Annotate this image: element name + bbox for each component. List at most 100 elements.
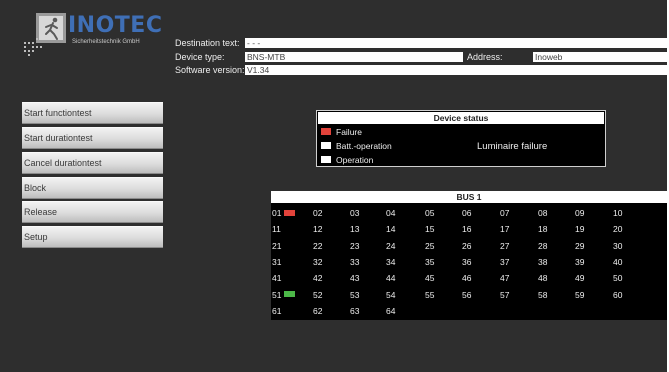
release-button[interactable]: Release: [22, 201, 163, 223]
bus-luminaire-49[interactable]: 49: [575, 272, 615, 284]
failure-swatch-icon: [321, 128, 331, 136]
bus-luminaire-11[interactable]: 11: [272, 223, 312, 235]
bus-luminaire-52[interactable]: 52: [313, 289, 353, 301]
device-status-panel: Device status Failure Batt.-operation Op…: [316, 110, 606, 167]
bus-luminaire-label: 38: [538, 256, 548, 267]
bus-luminaire-label: 10: [613, 208, 623, 218]
bus-luminaire-20[interactable]: 20: [613, 223, 653, 235]
bus-luminaire-label: 47: [500, 273, 510, 284]
bus-luminaire-01[interactable]: 01: [272, 207, 312, 219]
bus-luminaire-label: 30: [613, 240, 623, 251]
bus-luminaire-label: 24: [386, 240, 396, 251]
bus-luminaire-53[interactable]: 53: [350, 289, 390, 301]
bus-luminaire-42[interactable]: 42: [313, 272, 353, 284]
bus-luminaire-label: 49: [575, 273, 585, 284]
bus-luminaire-label: 64: [386, 305, 396, 316]
bus-luminaire-35[interactable]: 35: [425, 256, 465, 268]
bus-luminaire-label: 61: [272, 305, 282, 316]
bus-luminaire-62[interactable]: 62: [313, 305, 353, 317]
bus-panel: BUS 1 01 02 03 04 05 06 07 08 09 10 11 12 13 14 15 16 17…: [271, 191, 667, 320]
bus-luminaire-24[interactable]: 24: [386, 240, 426, 252]
bus-luminaire-label: 22: [313, 240, 323, 251]
bus-luminaire-37[interactable]: 37: [500, 256, 540, 268]
bus-luminaire-56[interactable]: 56: [462, 289, 502, 301]
start-durationtest-button[interactable]: Start durationtest: [22, 127, 163, 149]
bus-luminaire-label: 37: [500, 256, 510, 267]
bus-luminaire-31[interactable]: 31: [272, 256, 312, 268]
bus-luminaire-label: 05: [425, 208, 435, 218]
bus-luminaire-34[interactable]: 34: [386, 256, 426, 268]
bus-luminaire-58[interactable]: 58: [538, 289, 578, 301]
bus-luminaire-label: 09: [575, 208, 585, 218]
bus-luminaire-19[interactable]: 19: [575, 223, 615, 235]
bus-luminaire-61[interactable]: 61: [272, 305, 312, 317]
bus-luminaire-21[interactable]: 21: [272, 240, 312, 252]
bus-luminaire-04[interactable]: 04: [386, 207, 426, 219]
bus-luminaire-06[interactable]: 06: [462, 207, 502, 219]
bus-luminaire-label: 36: [462, 256, 472, 267]
bus-luminaire-07[interactable]: 07: [500, 207, 540, 219]
bus-luminaire-14[interactable]: 14: [386, 223, 426, 235]
bus-luminaire-30[interactable]: 30: [613, 240, 653, 252]
bus-luminaire-59[interactable]: 59: [575, 289, 615, 301]
bus-luminaire-label: 23: [350, 240, 360, 251]
failure-indicator-icon: [284, 209, 296, 216]
bus-luminaire-40[interactable]: 40: [613, 256, 653, 268]
bus-luminaire-48[interactable]: 48: [538, 272, 578, 284]
bus-luminaire-label: 53: [350, 289, 360, 300]
bus-luminaire-36[interactable]: 36: [462, 256, 502, 268]
bus-luminaire-44[interactable]: 44: [386, 272, 426, 284]
bus-luminaire-23[interactable]: 23: [350, 240, 390, 252]
bus-luminaire-10[interactable]: 10: [613, 207, 653, 219]
bus-luminaire-38[interactable]: 38: [538, 256, 578, 268]
bus-luminaire-16[interactable]: 16: [462, 223, 502, 235]
bus-luminaire-26[interactable]: 26: [462, 240, 502, 252]
bus-luminaire-33[interactable]: 33: [350, 256, 390, 268]
bus-luminaire-05[interactable]: 05: [425, 207, 465, 219]
bus-luminaire-63[interactable]: 63: [350, 305, 390, 317]
software-version-label: Software version:: [175, 65, 245, 75]
bus-luminaire-29[interactable]: 29: [575, 240, 615, 252]
bus-luminaire-43[interactable]: 43: [350, 272, 390, 284]
bus-luminaire-08[interactable]: 08: [538, 207, 578, 219]
bus-luminaire-22[interactable]: 22: [313, 240, 353, 252]
cancel-durationtest-button[interactable]: Cancel durationtest: [22, 152, 163, 174]
bus-luminaire-28[interactable]: 28: [538, 240, 578, 252]
bus-luminaire-17[interactable]: 17: [500, 223, 540, 235]
bus-luminaire-label: 48: [538, 273, 548, 284]
bus-luminaire-47[interactable]: 47: [500, 272, 540, 284]
bus-luminaire-label: 28: [538, 240, 548, 251]
legend-failure: Failure: [321, 127, 362, 137]
bus-title: BUS 1: [271, 191, 667, 203]
bus-luminaire-57[interactable]: 57: [500, 289, 540, 301]
bus-luminaire-45[interactable]: 45: [425, 272, 465, 284]
bus-luminaire-02[interactable]: 02: [313, 207, 353, 219]
bus-luminaire-50[interactable]: 50: [613, 272, 653, 284]
bus-luminaire-39[interactable]: 39: [575, 256, 615, 268]
bus-luminaire-54[interactable]: 54: [386, 289, 426, 301]
bus-luminaire-32[interactable]: 32: [313, 256, 353, 268]
bus-luminaire-12[interactable]: 12: [313, 223, 353, 235]
address-field: Inoweb: [533, 52, 667, 62]
bus-luminaire-03[interactable]: 03: [350, 207, 390, 219]
device-type-field: BNS-MTB: [245, 52, 463, 62]
start-functiontest-button[interactable]: Start functiontest: [22, 102, 163, 124]
bus-luminaire-18[interactable]: 18: [538, 223, 578, 235]
bus-luminaire-13[interactable]: 13: [350, 223, 390, 235]
bus-luminaire-27[interactable]: 27: [500, 240, 540, 252]
bus-luminaire-60[interactable]: 60: [613, 289, 653, 301]
bus-luminaire-label: 32: [313, 256, 323, 267]
bus-luminaire-55[interactable]: 55: [425, 289, 465, 301]
bus-luminaire-label: 54: [386, 289, 396, 300]
device-status-text: Luminaire failure: [477, 141, 548, 152]
bus-luminaire-25[interactable]: 25: [425, 240, 465, 252]
block-button[interactable]: Block: [22, 177, 163, 199]
bus-luminaire-15[interactable]: 15: [425, 223, 465, 235]
bus-luminaire-64[interactable]: 64: [386, 305, 426, 317]
bus-luminaire-51[interactable]: 51: [272, 289, 312, 301]
bus-luminaire-label: 15: [425, 224, 435, 235]
bus-luminaire-46[interactable]: 46: [462, 272, 502, 284]
bus-luminaire-41[interactable]: 41: [272, 272, 312, 284]
bus-luminaire-09[interactable]: 09: [575, 207, 615, 219]
setup-button[interactable]: Setup: [22, 226, 163, 248]
